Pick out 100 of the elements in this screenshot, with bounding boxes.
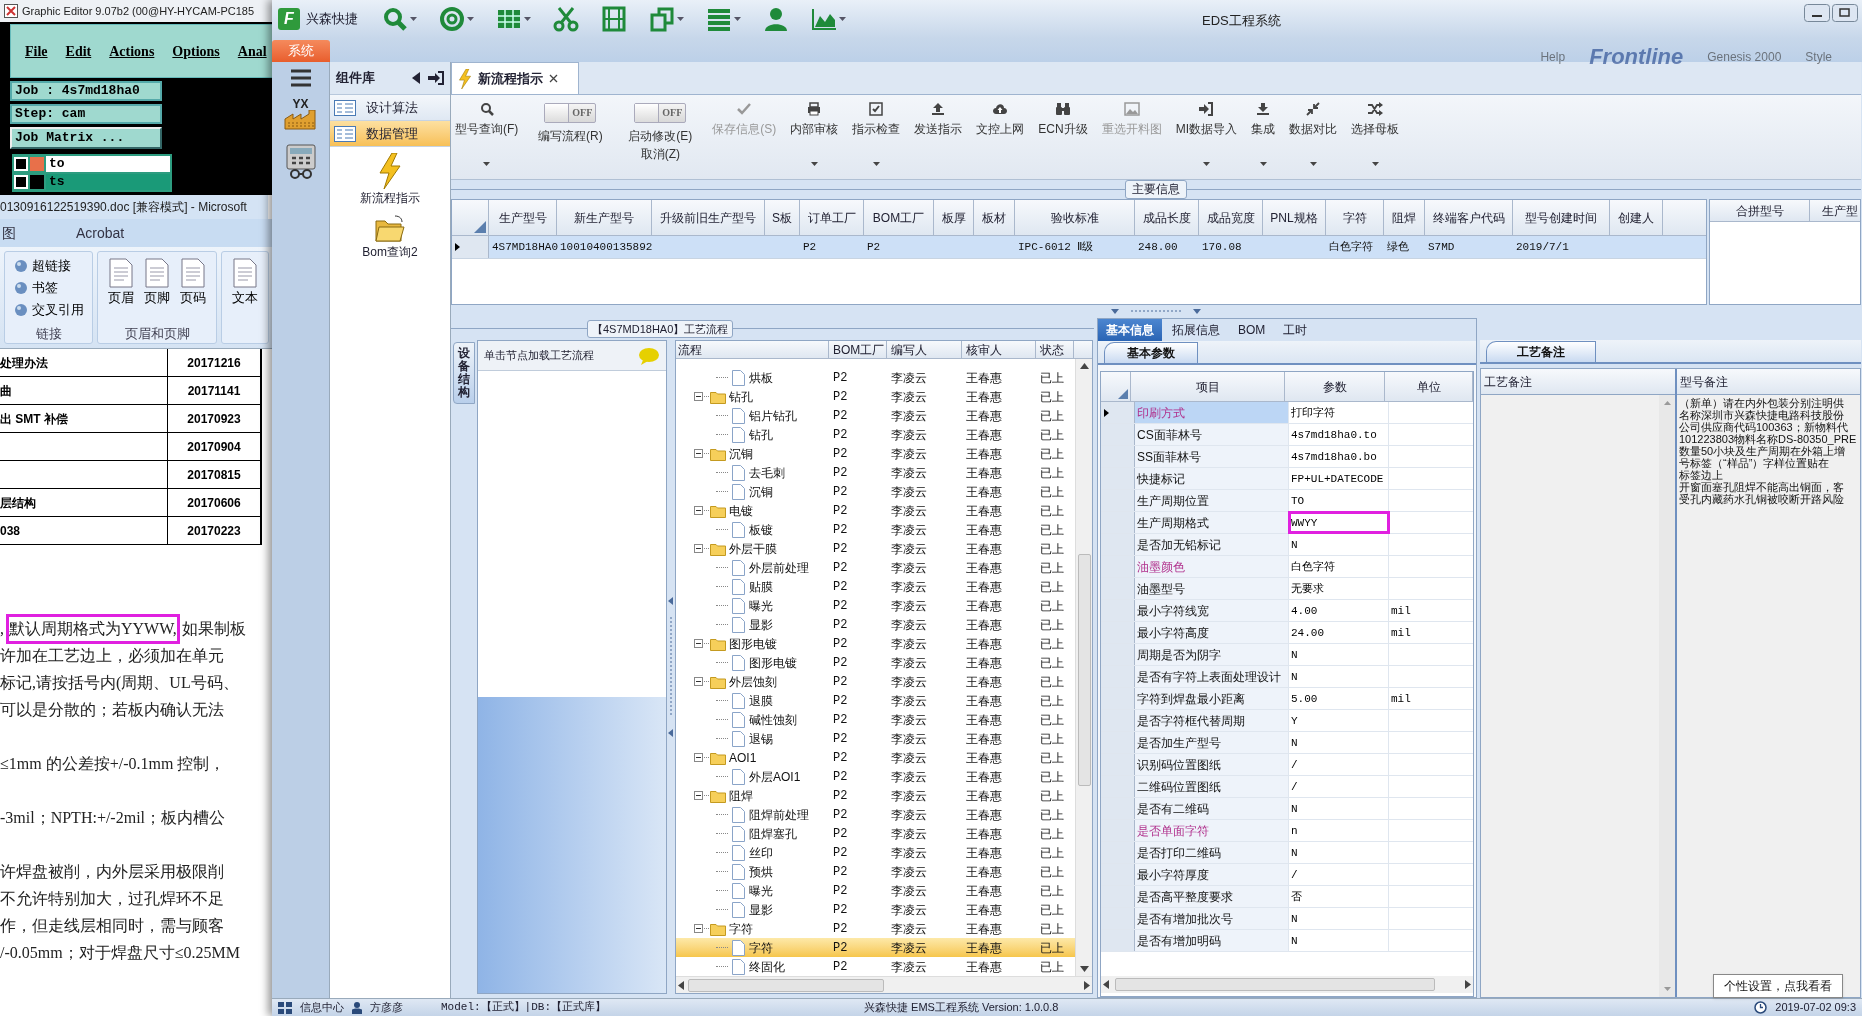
ribbon-button[interactable]: 页脚 [144, 258, 170, 324]
column-header[interactable]: 单位 [1385, 372, 1473, 401]
scroll-left-icon[interactable] [1103, 980, 1109, 989]
tree-row[interactable]: 字符 P2 李凌云 王春惠 已上 [676, 938, 1075, 957]
expander-icon[interactable] [694, 924, 703, 933]
tree-node-label[interactable]: 钻孔 [749, 425, 773, 444]
ribbon-button[interactable]: 交叉引用 [13, 300, 84, 320]
menu-item[interactable]: Edit [65, 40, 92, 62]
column-header[interactable]: 流程 [676, 341, 829, 358]
tree-node-label[interactable]: 曝光 [749, 596, 773, 615]
column-header[interactable]: 参数 [1285, 372, 1385, 401]
column-header[interactable]: 升级前旧生产型号 [652, 200, 765, 235]
column-header[interactable]: 核审人 [962, 341, 1036, 358]
column-header[interactable]: S板 [765, 200, 800, 235]
tree-node-label[interactable]: 终固化 [749, 957, 785, 976]
minimize-icon[interactable] [1804, 4, 1830, 22]
column-header[interactable]: 板材 [974, 200, 1015, 235]
toggle-switch[interactable]: OFF [544, 103, 597, 123]
scrollbar-thumb[interactable] [688, 978, 884, 992]
tab[interactable]: 基本信息 [1098, 319, 1162, 341]
column-header[interactable]: 型号创建时间 [1513, 200, 1610, 235]
ribbon-button[interactable]: 超链接 [13, 256, 84, 276]
tree-row[interactable]: 退锡 P2 李凌云 王春惠 已上 [676, 729, 1075, 748]
column-header[interactable]: 新生产型号 [557, 200, 652, 235]
tree-row[interactable]: 阻焊 P2 李凌云 王春惠 已上 [676, 786, 1075, 805]
scroll-right-icon[interactable] [1465, 980, 1471, 989]
column-header[interactable]: 订单工厂 [800, 200, 864, 235]
tree-row[interactable]: 阻焊前处理 P2 李凌云 王春惠 已上 [676, 805, 1075, 824]
column-header[interactable]: BOM工厂 [829, 341, 887, 358]
column-header[interactable]: 项目 [1131, 372, 1285, 401]
ribbon-button[interactable]: 型号查询(F) [455, 97, 519, 166]
tree-node-label[interactable]: 字符 [729, 919, 753, 938]
toggle-switch[interactable]: OFF [634, 103, 687, 123]
tree-row[interactable]: 电镀 P2 李凌云 王春惠 已上 [676, 501, 1075, 520]
scroll-left-icon[interactable] [678, 980, 684, 990]
tree-node-label[interactable]: 钻孔 [729, 387, 753, 406]
column-header[interactable]: 板厚 [934, 200, 974, 235]
column-header[interactable]: BOM工厂 [864, 200, 934, 235]
ribbon-button[interactable]: 页码 [180, 258, 206, 324]
tree-node-label[interactable]: 外层蚀刻 [729, 672, 777, 691]
ribbon-button[interactable]: 指示检查 [852, 97, 901, 166]
tree-node-label[interactable]: 外层前处理 [749, 558, 809, 577]
column-header[interactable]: 编写人 [887, 341, 962, 358]
tree-node-label[interactable]: 板镀 [749, 520, 773, 539]
column-header[interactable]: 型号备注 [1677, 369, 1860, 395]
tree-node-label[interactable]: 阻焊前处理 [749, 805, 809, 824]
ribbon-button[interactable]: MI数据导入 [1175, 97, 1237, 166]
column-header[interactable]: 状态 [1036, 341, 1074, 358]
tree-row[interactable]: 图形电镀 P2 李凌云 王春惠 已上 [676, 653, 1075, 672]
column-header[interactable]: 终端客户代码 [1425, 200, 1513, 235]
tree-row[interactable]: AOI1 P2 李凌云 王春惠 已上 [676, 748, 1075, 767]
scrollbar[interactable] [1075, 359, 1092, 976]
ribbon-button[interactable]: 内部审核 [790, 97, 839, 166]
layer-name[interactable]: ts [46, 174, 170, 190]
menu-item[interactable]: Options [172, 40, 220, 62]
ribbon-button[interactable]: 集成 [1251, 97, 1275, 166]
tree-row[interactable]: 字符 P2 李凌云 王春惠 已上 [676, 919, 1075, 938]
collapse-icon[interactable] [412, 72, 420, 84]
column-header[interactable]: PNL规格 [1263, 200, 1326, 235]
expander-icon[interactable] [694, 753, 703, 762]
tree-node-label[interactable]: 丝印 [749, 843, 773, 862]
sub-tab[interactable]: 工艺备注 [1486, 341, 1596, 362]
tree-row[interactable]: 外层蚀刻 P2 李凌云 王春惠 已上 [676, 672, 1075, 691]
tree-node-label[interactable]: 去毛刺 [749, 463, 785, 482]
tree-node-label[interactable]: AOI1 [729, 748, 757, 767]
column-header[interactable]: 工艺备注 [1481, 369, 1675, 395]
tree-node-label[interactable]: 外层干膜 [729, 539, 777, 558]
tree-row[interactable]: 碱性蚀刻 P2 李凌云 王春惠 已上 [676, 710, 1075, 729]
tab[interactable]: 拓展信息 [1164, 319, 1228, 341]
ribbon-button[interactable]: 发送指示 [914, 97, 963, 140]
tree-row[interactable]: 贴膜 P2 李凌云 王春惠 已上 [676, 577, 1075, 596]
tree-row[interactable]: 去毛刺 P2 李凌云 王春惠 已上 [676, 463, 1075, 482]
ribbon-button[interactable]: 数据对比 [1289, 97, 1337, 166]
expander-icon[interactable] [694, 639, 703, 648]
tree-node-label[interactable]: 阻焊 [729, 786, 753, 805]
maximize-icon[interactable] [1832, 4, 1858, 22]
tree-row[interactable]: 沉铜 P2 李凌云 王春惠 已上 [676, 482, 1075, 501]
tree-node-label[interactable]: 贴膜 [749, 577, 773, 596]
column-header[interactable]: 生产型号 [489, 200, 557, 235]
tree-node-label[interactable]: 烘板 [749, 368, 773, 387]
tree-node-label[interactable]: 图形电镀 [729, 634, 777, 653]
tree-row[interactable]: 预烘 P2 李凌云 王春惠 已上 [676, 862, 1075, 881]
tree-node-label[interactable]: 外层AOI1 [749, 767, 801, 786]
tree-node-label[interactable]: 电镀 [729, 501, 753, 520]
tree-row[interactable]: 外层干膜 P2 李凌云 王春惠 已上 [676, 539, 1075, 558]
factory-button[interactable]: YX [277, 98, 324, 136]
expander-icon[interactable] [694, 677, 703, 686]
expander-icon[interactable] [694, 506, 703, 515]
tree-row[interactable]: 退膜 P2 李凌云 王春惠 已上 [676, 691, 1075, 710]
job-matrix-button[interactable]: Job Matrix ... [10, 127, 162, 149]
tree-node-label[interactable]: 碱性蚀刻 [749, 710, 797, 729]
tree-node-label[interactable]: 曝光 [749, 881, 773, 900]
select-all-icon[interactable] [1118, 389, 1128, 399]
tree-row[interactable]: 钻孔 P2 李凌云 王春惠 已上 [676, 425, 1075, 444]
tree-node-label[interactable]: 显影 [749, 900, 773, 919]
column-header[interactable]: 验收标准 [1015, 200, 1135, 235]
column-header[interactable]: 合拼型号 [1710, 200, 1810, 221]
column-header[interactable]: 阻焊 [1384, 200, 1425, 235]
tree-node-label[interactable]: 沉铜 [729, 444, 753, 463]
scroll-down-icon[interactable] [1079, 966, 1089, 972]
